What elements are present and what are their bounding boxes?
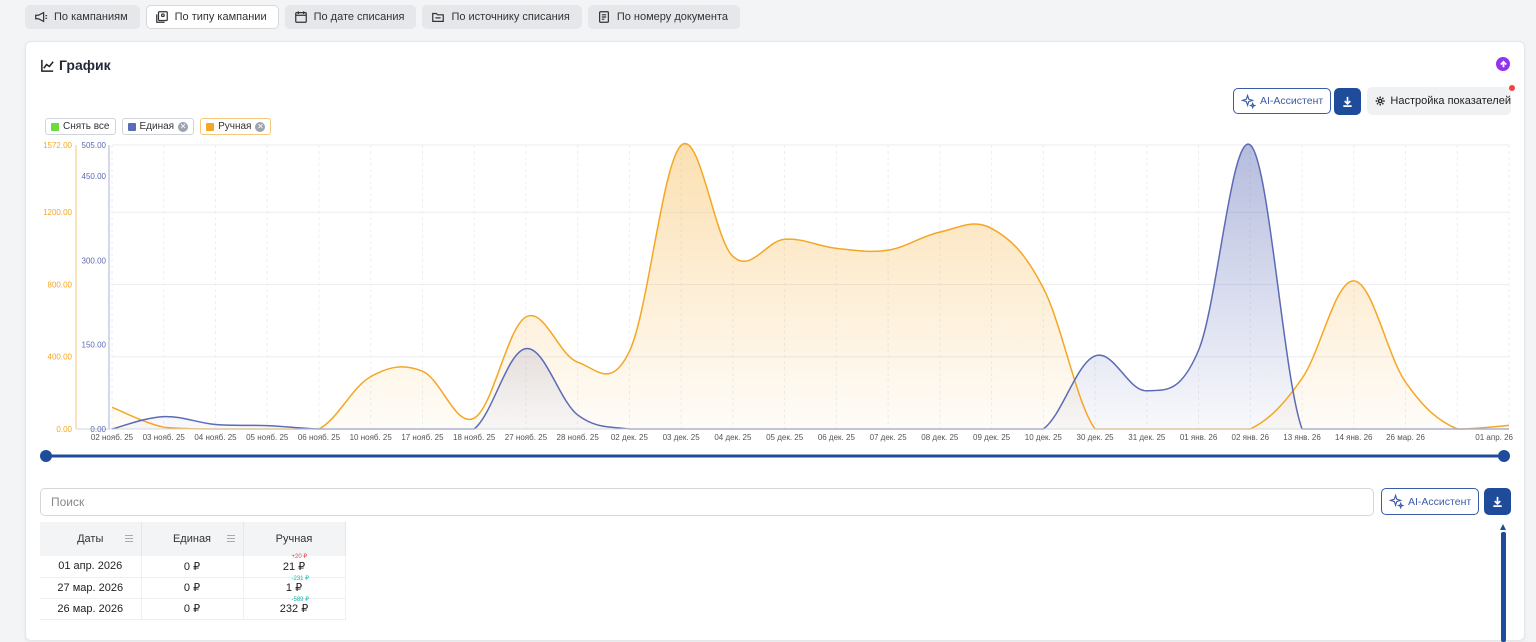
filter-label: По дате списания bbox=[313, 11, 405, 23]
x-axis-tick-label: 02 янв. 26 bbox=[1232, 433, 1270, 442]
x-axis-tick-label: 27 нояб. 25 bbox=[505, 433, 548, 442]
data-table: Даты Единая Ручная 01 апр. 2026 0 ₽ +20 … bbox=[40, 522, 346, 620]
gear-icon bbox=[1375, 96, 1385, 106]
column-menu-icon[interactable] bbox=[124, 535, 133, 542]
delta-badge: -231 ₽ bbox=[291, 575, 310, 582]
x-axis-tick-label: 05 нояб. 25 bbox=[246, 433, 289, 442]
x-axis-tick-label: 09 дек. 25 bbox=[973, 433, 1011, 442]
x-axis-tick-label: 28 нояб. 25 bbox=[557, 433, 600, 442]
notification-dot bbox=[1509, 85, 1515, 91]
x-axis-tick-label: 08 дек. 25 bbox=[921, 433, 959, 442]
right-axis-tick-label: 300.00 bbox=[82, 256, 107, 265]
download-icon bbox=[1343, 96, 1352, 107]
column-header-edinaya[interactable]: Единая bbox=[141, 522, 244, 556]
x-axis-tick-label: 10 нояб. 25 bbox=[350, 433, 393, 442]
filter-label: По типу кампании bbox=[174, 11, 267, 23]
calendar-icon bbox=[294, 11, 307, 23]
legend-clear-all[interactable]: Снять все bbox=[45, 118, 116, 135]
x-axis-tick-label: 30 дек. 25 bbox=[1077, 433, 1115, 442]
legend-color-swatch bbox=[127, 122, 136, 131]
column-header-ruchnaya[interactable]: Ручная bbox=[243, 522, 346, 556]
filter-by-source[interactable]: По источнику списания bbox=[422, 5, 582, 29]
x-axis-tick-label: 06 дек. 25 bbox=[818, 433, 856, 442]
download-chart-button[interactable] bbox=[1334, 88, 1361, 115]
scrollbar-arrow[interactable] bbox=[1500, 524, 1506, 530]
legend-color-swatch bbox=[206, 122, 215, 131]
table-ai-assistant-button[interactable]: AI-Ассистент bbox=[1381, 488, 1480, 515]
x-axis-tick-label: 10 дек. 25 bbox=[1025, 433, 1063, 442]
metrics-settings-button[interactable]: Настройка показателей bbox=[1367, 87, 1511, 115]
left-axis-tick-label: 0.00 bbox=[56, 425, 72, 434]
x-axis-tick-label: 01 апр. 26 bbox=[1475, 433, 1513, 442]
remove-icon[interactable]: ✕ bbox=[178, 121, 189, 132]
line-chart-icon bbox=[41, 59, 54, 72]
filter-label: По источнику списания bbox=[451, 11, 570, 23]
megaphone-icon bbox=[35, 11, 48, 23]
chart-card: График AI-Ассистент Настройка показателе… bbox=[25, 41, 1525, 642]
filter-by-campaign-type[interactable]: По типу кампании bbox=[145, 5, 279, 29]
filter-by-document[interactable]: По номеру документа bbox=[587, 5, 740, 29]
legend-color-swatch bbox=[51, 122, 59, 131]
scrollbar-thumb[interactable] bbox=[1501, 532, 1506, 642]
ai-assistant-button[interactable]: AI-Ассистент bbox=[1233, 88, 1332, 114]
left-axis-tick-label: 400.00 bbox=[48, 353, 73, 362]
x-axis-tick-label: 02 нояб. 25 bbox=[91, 433, 134, 442]
x-axis-tick-label: 13 янв. 26 bbox=[1283, 433, 1321, 442]
filter-by-campaigns[interactable]: По кампаниям bbox=[25, 5, 140, 29]
x-axis-tick-label: 07 дек. 25 bbox=[870, 433, 908, 442]
table-row[interactable]: 26 мар. 2026 0 ₽ -589 ₽232 ₽ bbox=[40, 596, 346, 620]
campaign-type-icon bbox=[155, 11, 168, 23]
x-axis-tick-label: 18 нояб. 25 bbox=[453, 433, 496, 442]
left-axis-tick-label: 800.00 bbox=[48, 280, 73, 289]
x-axis-tick-label: 05 дек. 25 bbox=[766, 433, 804, 442]
area-chart: 0.00400.00800.001200.001572.000.00150.00… bbox=[40, 141, 1514, 462]
x-axis-tick-label: 02 дек. 25 bbox=[611, 433, 649, 442]
arrow-up-icon bbox=[1499, 60, 1507, 67]
sparkle-icon bbox=[1241, 93, 1256, 109]
column-header-dates[interactable]: Даты bbox=[40, 522, 142, 556]
series-area-ruchnaya bbox=[112, 143, 1509, 430]
card-title: График bbox=[40, 57, 111, 73]
folder-icon bbox=[432, 12, 445, 22]
left-axis-tick-label: 1200.00 bbox=[43, 208, 72, 217]
document-icon bbox=[598, 11, 609, 23]
right-axis-tick-label: 150.00 bbox=[82, 341, 107, 350]
x-axis-tick-label: 04 дек. 25 bbox=[714, 433, 752, 442]
x-axis-tick-label: 06 нояб. 25 bbox=[298, 433, 341, 442]
collapse-button[interactable] bbox=[1496, 57, 1510, 71]
sparkle-icon bbox=[1389, 494, 1404, 509]
download-icon bbox=[1493, 496, 1502, 507]
right-axis-tick-label: 450.00 bbox=[82, 172, 107, 181]
delta-badge: +20 ₽ bbox=[291, 554, 308, 560]
left-axis-tick-label: 1572.00 bbox=[43, 141, 72, 150]
delta-badge: -589 ₽ bbox=[291, 596, 310, 603]
legend-item-edinaya[interactable]: Единая ✕ bbox=[121, 118, 195, 135]
x-axis-tick-label: 01 янв. 26 bbox=[1180, 433, 1218, 442]
filter-tabs: По кампаниям По типу кампании По дате сп… bbox=[25, 5, 740, 29]
filter-label: По номеру документа bbox=[616, 11, 728, 23]
download-table-button[interactable] bbox=[1484, 488, 1511, 515]
x-axis-tick-label: 26 мар. 26 bbox=[1386, 433, 1425, 442]
x-axis-tick-label: 17 нояб. 25 bbox=[401, 433, 444, 442]
remove-icon[interactable]: ✕ bbox=[255, 121, 266, 132]
range-slider-handle-end[interactable] bbox=[1498, 450, 1510, 462]
x-axis-tick-label: 31 дек. 25 bbox=[1128, 433, 1166, 442]
x-axis-tick-label: 03 дек. 25 bbox=[663, 433, 701, 442]
chart-legend: Снять все Единая ✕ Ручная ✕ bbox=[45, 118, 272, 135]
x-axis-tick-label: 03 нояб. 25 bbox=[143, 433, 186, 442]
column-menu-icon[interactable] bbox=[226, 535, 235, 542]
filter-by-date[interactable]: По дате списания bbox=[284, 5, 417, 29]
x-axis-tick-label: 04 нояб. 25 bbox=[194, 433, 237, 442]
range-slider-handle-start[interactable] bbox=[40, 450, 52, 462]
search-input[interactable]: Поиск bbox=[40, 488, 1374, 516]
right-axis-tick-label: 505.00 bbox=[82, 141, 107, 150]
filter-label: По кампаниям bbox=[54, 11, 128, 23]
legend-item-ruchnaya[interactable]: Ручная ✕ bbox=[200, 118, 272, 135]
x-axis-tick-label: 14 янв. 26 bbox=[1335, 433, 1373, 442]
